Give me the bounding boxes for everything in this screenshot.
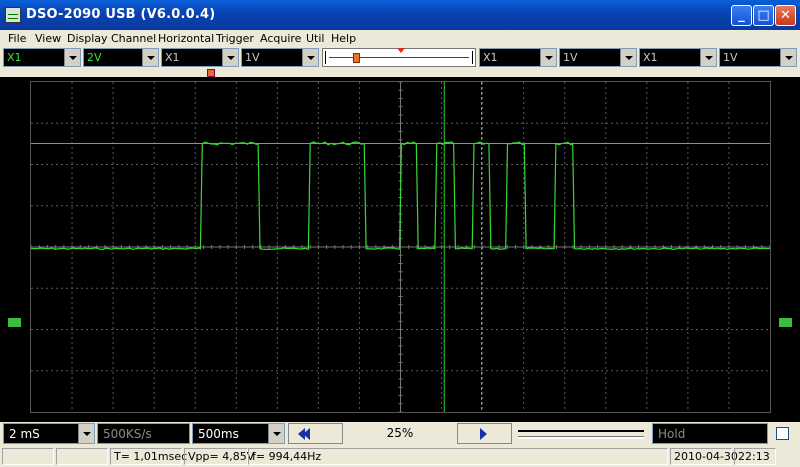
hold-checkbox[interactable]: [776, 427, 789, 440]
status-date: 2010-04-30: [670, 448, 738, 465]
scope-screen[interactable]: [30, 81, 771, 413]
status-cell-empty-2: [56, 448, 108, 465]
bottom-controls: 2 mS 500KS/s 500ms 25% Hold: [0, 422, 800, 446]
waveform-svg: [30, 81, 771, 413]
slider-knob[interactable]: [353, 53, 360, 63]
ch2-probe-value: X1: [165, 51, 180, 64]
ch2-volts-dropdown[interactable]: 1V: [241, 48, 319, 67]
ch1-probe-value: X1: [7, 51, 22, 64]
chevron-down-icon[interactable]: [268, 424, 284, 443]
menu-trigger[interactable]: Trigger: [216, 32, 254, 45]
ch4-probe-value: X1: [643, 51, 658, 64]
ch3-probe-dropdown[interactable]: X1: [479, 48, 557, 67]
ch3-volts-dropdown[interactable]: 1V: [559, 48, 637, 67]
chevron-down-icon[interactable]: [540, 49, 556, 66]
status-frequency: f= 994,44Hz: [248, 448, 668, 465]
chevron-down-icon[interactable]: [64, 49, 80, 66]
chevron-down-icon[interactable]: [78, 424, 94, 443]
record-length-dropdown[interactable]: 500ms: [192, 423, 285, 444]
chevron-down-icon[interactable]: [302, 49, 318, 66]
window-title: DSO-2090 USB (V6.0.0.4): [26, 7, 216, 22]
ch4-volts-dropdown[interactable]: 1V: [719, 48, 797, 67]
sample-rate-value: 500KS/s: [103, 427, 152, 441]
trigger-position-slider[interactable]: [322, 48, 476, 67]
hold-display: Hold: [652, 423, 768, 444]
status-period: T= 1,01msec: [110, 448, 187, 465]
menu-help[interactable]: Help: [331, 32, 356, 45]
ch3-volts-value: 1V: [563, 51, 578, 64]
status-time: 22:13: [734, 448, 776, 465]
time-position-slider[interactable]: [512, 424, 650, 444]
maximize-button[interactable]: □: [753, 5, 774, 26]
menu-view[interactable]: View: [35, 32, 61, 45]
scroll-right-button[interactable]: [457, 423, 512, 444]
menu-acquire[interactable]: Acquire: [260, 32, 301, 45]
menu-bar: File View Display Channel Horizontal Tri…: [0, 30, 800, 47]
close-button[interactable]: ✕: [775, 5, 796, 26]
ch3-probe-value: X1: [483, 51, 498, 64]
title-bar: DSO-2090 USB (V6.0.0.4) _ □ ✕: [0, 0, 800, 30]
record-length-value: 500ms: [198, 427, 239, 441]
menu-horizontal[interactable]: Horizontal: [158, 32, 214, 45]
chevron-down-icon[interactable]: [222, 49, 238, 66]
menu-display[interactable]: Display: [67, 32, 108, 45]
ch2-probe-dropdown[interactable]: X1: [161, 48, 239, 67]
position-percent: 25%: [345, 423, 455, 444]
chevron-down-icon[interactable]: [780, 49, 796, 66]
chevron-down-icon[interactable]: [700, 49, 716, 66]
ch1-volts-value: 2V: [87, 51, 102, 64]
trigger-position-marker-icon[interactable]: [207, 69, 215, 77]
oscilloscope-app-icon: [5, 7, 21, 23]
status-vpp: Vpp= 4,85V: [184, 448, 254, 465]
resize-grip-icon[interactable]: [778, 448, 798, 465]
ch4-volts-value: 1V: [723, 51, 738, 64]
chevron-down-icon[interactable]: [142, 49, 158, 66]
ch1-level-marker-right-icon[interactable]: [779, 318, 792, 327]
menu-util[interactable]: Util: [306, 32, 324, 45]
ch1-level-marker-icon[interactable]: [8, 318, 21, 327]
trigger-marker-icon: [397, 48, 405, 53]
hold-label: Hold: [658, 427, 686, 441]
ch4-probe-dropdown[interactable]: X1: [639, 48, 717, 67]
chevron-down-icon[interactable]: [620, 49, 636, 66]
menu-channel[interactable]: Channel: [111, 32, 156, 45]
status-cell-empty-1: [2, 448, 54, 465]
scroll-left-button[interactable]: [288, 423, 343, 444]
timebase-dropdown[interactable]: 2 mS: [3, 423, 95, 444]
ch1-volts-dropdown[interactable]: 2V: [83, 48, 159, 67]
minimize-button[interactable]: _: [731, 5, 752, 26]
ch2-volts-value: 1V: [245, 51, 260, 64]
status-bar: T= 1,01msec Vpp= 4,85V f= 994,44Hz 2010-…: [0, 446, 800, 467]
timebase-value: 2 mS: [9, 427, 40, 441]
sample-rate-display: 500KS/s: [97, 423, 190, 444]
ch1-probe-dropdown[interactable]: X1: [3, 48, 81, 67]
menu-file[interactable]: File: [8, 32, 26, 45]
